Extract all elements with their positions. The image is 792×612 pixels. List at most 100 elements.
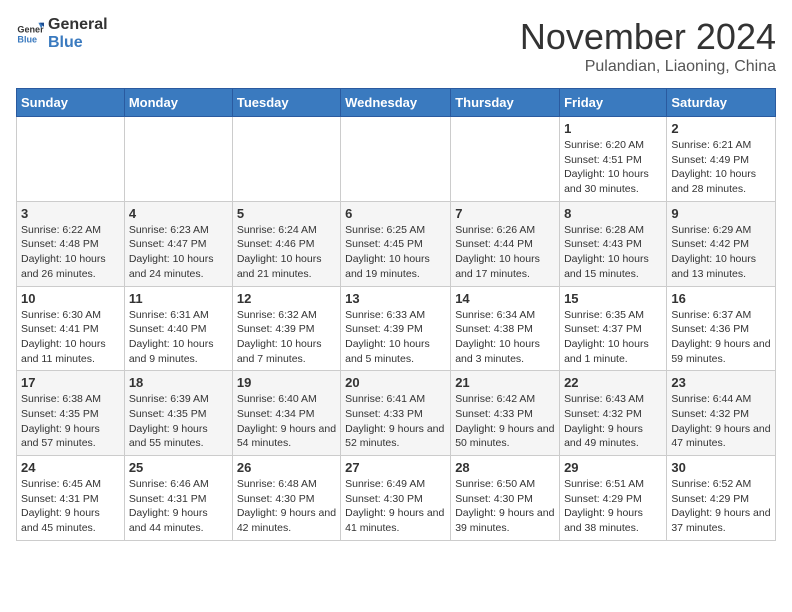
day-number: 16 — [671, 291, 771, 306]
day-cell — [341, 117, 451, 202]
day-cell: 22Sunrise: 6:43 AM Sunset: 4:32 PM Dayli… — [560, 371, 667, 456]
day-info: Sunrise: 6:22 AM Sunset: 4:48 PM Dayligh… — [21, 223, 120, 282]
day-info: Sunrise: 6:29 AM Sunset: 4:42 PM Dayligh… — [671, 223, 771, 282]
title-area: November 2024 Pulandian, Liaoning, China — [520, 16, 776, 76]
weekday-tuesday: Tuesday — [232, 89, 340, 117]
day-info: Sunrise: 6:33 AM Sunset: 4:39 PM Dayligh… — [345, 308, 446, 367]
day-number: 4 — [129, 206, 228, 221]
calendar-body: 1 Sunrise: 6:20 AM Sunset: 4:51 PM Daylig… — [17, 117, 776, 541]
weekday-thursday: Thursday — [451, 89, 560, 117]
day-cell: 15 Sunrise: 6:35 AM Sunset: 4:37 PM Dayli… — [560, 286, 667, 371]
day-number: 3 — [21, 206, 120, 221]
day-cell: 14Sunrise: 6:34 AM Sunset: 4:38 PM Dayli… — [451, 286, 560, 371]
day-number: 15 — [564, 291, 662, 306]
day-number: 7 — [455, 206, 555, 221]
day-number: 29 — [564, 460, 662, 475]
day-cell: 23 Sunrise: 6:44 AM Sunset: 4:32 PM Dayli… — [667, 371, 776, 456]
day-info: Sunrise: 6:46 AM Sunset: 4:31 PM Dayligh… — [129, 477, 228, 536]
day-cell: 10Sunrise: 6:30 AM Sunset: 4:41 PM Dayli… — [17, 286, 125, 371]
day-info: Sunrise: 6:37 AM Sunset: 4:36 PM Dayligh… — [671, 308, 771, 367]
day-cell: 30 Sunrise: 6:52 AM Sunset: 4:29 PM Dayli… — [667, 456, 776, 541]
week-row-2: 3 Sunrise: 6:22 AM Sunset: 4:48 PM Daylig… — [17, 201, 776, 286]
day-number: 11 — [129, 291, 228, 306]
week-row-4: 17 Sunrise: 6:38 AM Sunset: 4:35 PM Dayli… — [17, 371, 776, 456]
day-info: Sunrise: 6:48 AM Sunset: 4:30 PM Dayligh… — [237, 477, 336, 536]
day-number: 25 — [129, 460, 228, 475]
day-info: Sunrise: 6:51 AM Sunset: 4:29 PM Dayligh… — [564, 477, 662, 536]
day-info: Sunrise: 6:50 AM Sunset: 4:30 PM Dayligh… — [455, 477, 555, 536]
day-info: Sunrise: 6:24 AM Sunset: 4:46 PM Dayligh… — [237, 223, 336, 282]
day-number: 12 — [237, 291, 336, 306]
day-info: Sunrise: 6:41 AM Sunset: 4:33 PM Dayligh… — [345, 392, 446, 451]
day-cell: 12 Sunrise: 6:32 AM Sunset: 4:39 PM Dayli… — [232, 286, 340, 371]
day-cell: 3 Sunrise: 6:22 AM Sunset: 4:48 PM Daylig… — [17, 201, 125, 286]
weekday-friday: Friday — [560, 89, 667, 117]
day-number: 30 — [671, 460, 771, 475]
day-cell: 26 Sunrise: 6:48 AM Sunset: 4:30 PM Dayli… — [232, 456, 340, 541]
day-cell: 20Sunrise: 6:41 AM Sunset: 4:33 PM Dayli… — [341, 371, 451, 456]
day-info: Sunrise: 6:23 AM Sunset: 4:47 PM Dayligh… — [129, 223, 228, 282]
day-info: Sunrise: 6:35 AM Sunset: 4:37 PM Dayligh… — [564, 308, 662, 367]
day-cell: 6 Sunrise: 6:25 AM Sunset: 4:45 PM Daylig… — [341, 201, 451, 286]
day-cell: 18Sunrise: 6:39 AM Sunset: 4:35 PM Dayli… — [124, 371, 232, 456]
day-cell: 28 Sunrise: 6:50 AM Sunset: 4:30 PM Dayli… — [451, 456, 560, 541]
day-number: 5 — [237, 206, 336, 221]
day-number: 28 — [455, 460, 555, 475]
svg-text:General: General — [17, 24, 44, 34]
day-cell: 5 Sunrise: 6:24 AM Sunset: 4:46 PM Daylig… — [232, 201, 340, 286]
day-number: 2 — [671, 121, 771, 136]
week-row-1: 1 Sunrise: 6:20 AM Sunset: 4:51 PM Daylig… — [17, 117, 776, 202]
day-number: 8 — [564, 206, 662, 221]
calendar-table: SundayMondayTuesdayWednesdayThursdayFrid… — [16, 88, 776, 541]
day-info: Sunrise: 6:25 AM Sunset: 4:45 PM Dayligh… — [345, 223, 446, 282]
day-number: 9 — [671, 206, 771, 221]
day-cell: 24Sunrise: 6:45 AM Sunset: 4:31 PM Dayli… — [17, 456, 125, 541]
day-cell: 4 Sunrise: 6:23 AM Sunset: 4:47 PM Daylig… — [124, 201, 232, 286]
day-info: Sunrise: 6:30 AM Sunset: 4:41 PM Dayligh… — [21, 308, 120, 367]
day-cell: 19Sunrise: 6:40 AM Sunset: 4:34 PM Dayli… — [232, 371, 340, 456]
day-cell: 29 Sunrise: 6:51 AM Sunset: 4:29 PM Dayli… — [560, 456, 667, 541]
day-info: Sunrise: 6:38 AM Sunset: 4:35 PM Dayligh… — [21, 392, 120, 451]
logo: General Blue General Blue — [16, 16, 108, 51]
day-cell: 17 Sunrise: 6:38 AM Sunset: 4:35 PM Dayli… — [17, 371, 125, 456]
day-info: Sunrise: 6:28 AM Sunset: 4:43 PM Dayligh… — [564, 223, 662, 282]
day-cell: 13 Sunrise: 6:33 AM Sunset: 4:39 PM Dayli… — [341, 286, 451, 371]
day-cell — [451, 117, 560, 202]
weekday-header: SundayMondayTuesdayWednesdayThursdayFrid… — [17, 89, 776, 117]
day-number: 23 — [671, 375, 771, 390]
day-number: 1 — [564, 121, 662, 136]
weekday-saturday: Saturday — [667, 89, 776, 117]
day-cell — [232, 117, 340, 202]
day-info: Sunrise: 6:32 AM Sunset: 4:39 PM Dayligh… — [237, 308, 336, 367]
day-cell: 9 Sunrise: 6:29 AM Sunset: 4:42 PM Daylig… — [667, 201, 776, 286]
day-cell: 25 Sunrise: 6:46 AM Sunset: 4:31 PM Dayli… — [124, 456, 232, 541]
day-number: 26 — [237, 460, 336, 475]
day-number: 13 — [345, 291, 446, 306]
day-cell: 16 Sunrise: 6:37 AM Sunset: 4:36 PM Dayli… — [667, 286, 776, 371]
day-cell — [124, 117, 232, 202]
day-info: Sunrise: 6:39 AM Sunset: 4:35 PM Dayligh… — [129, 392, 228, 451]
day-number: 22 — [564, 375, 662, 390]
day-info: Sunrise: 6:31 AM Sunset: 4:40 PM Dayligh… — [129, 308, 228, 367]
day-number: 6 — [345, 206, 446, 221]
day-info: Sunrise: 6:44 AM Sunset: 4:32 PM Dayligh… — [671, 392, 771, 451]
day-info: Sunrise: 6:26 AM Sunset: 4:44 PM Dayligh… — [455, 223, 555, 282]
svg-text:Blue: Blue — [17, 34, 37, 44]
weekday-sunday: Sunday — [17, 89, 125, 117]
weekday-monday: Monday — [124, 89, 232, 117]
weekday-wednesday: Wednesday — [341, 89, 451, 117]
day-cell: 11 Sunrise: 6:31 AM Sunset: 4:40 PM Dayli… — [124, 286, 232, 371]
day-cell: 1 Sunrise: 6:20 AM Sunset: 4:51 PM Daylig… — [560, 117, 667, 202]
week-row-5: 24Sunrise: 6:45 AM Sunset: 4:31 PM Dayli… — [17, 456, 776, 541]
logo-icon: General Blue — [16, 20, 44, 48]
logo-general: General — [48, 16, 108, 34]
day-info: Sunrise: 6:21 AM Sunset: 4:49 PM Dayligh… — [671, 138, 771, 197]
day-cell — [17, 117, 125, 202]
day-info: Sunrise: 6:42 AM Sunset: 4:33 PM Dayligh… — [455, 392, 555, 451]
logo-blue: Blue — [48, 34, 108, 52]
day-cell: 2 Sunrise: 6:21 AM Sunset: 4:49 PM Daylig… — [667, 117, 776, 202]
day-number: 17 — [21, 375, 120, 390]
day-info: Sunrise: 6:20 AM Sunset: 4:51 PM Dayligh… — [564, 138, 662, 197]
day-info: Sunrise: 6:52 AM Sunset: 4:29 PM Dayligh… — [671, 477, 771, 536]
day-number: 19 — [237, 375, 336, 390]
